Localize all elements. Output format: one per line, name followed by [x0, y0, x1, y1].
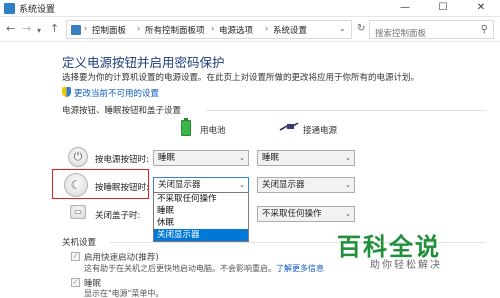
breadcrumb-item[interactable]: 电源选项	[219, 24, 253, 36]
sleep-button-label: 按睡眠按钮时:	[95, 183, 149, 193]
fast-startup-label: 启用快速启动(推荐)	[84, 253, 159, 263]
sleep-button-options-list[interactable]: 不采取任何操作 睡眠 休眠 关闭显示器	[153, 192, 249, 242]
lid-label: 关闭盖子时:	[95, 211, 141, 221]
search-box[interactable]: ⚲	[369, 20, 494, 43]
sleep-option-description: 显示在"电源"菜单中。	[84, 289, 164, 298]
power-button-label: 按电源按钮时:	[95, 155, 149, 165]
breadcrumb-item[interactable]: 所有控制面板项	[145, 24, 205, 36]
power-button-icon: ⏻	[68, 147, 88, 167]
sleep-checkbox[interactable]: ✓	[71, 278, 80, 287]
page-title: 定义电源按钮并启用密码保护	[62, 55, 225, 70]
forward-arrow-icon[interactable]: →	[22, 23, 31, 35]
chevron-down-icon: ⌄	[345, 210, 351, 218]
page-subtitle: 选择要为你的计算机设置的电源设置。在此页上对设置所做的更改将应用于你所有的电源计…	[62, 73, 420, 83]
search-input[interactable]	[370, 25, 470, 43]
change-settings-label[interactable]: 更改当前不可用的设置	[74, 89, 159, 99]
dropdown-option[interactable]: 睡眠	[154, 205, 248, 217]
battery-icon	[181, 118, 191, 136]
plug-icon	[279, 122, 299, 131]
back-arrow-icon[interactable]: ←	[6, 23, 15, 35]
minimize-button[interactable]: —	[386, 0, 424, 17]
lid-plugged-select[interactable]: 不采取任何操作 ⌄	[257, 206, 355, 222]
plugged-column-label: 接通电源	[303, 126, 338, 136]
chevron-down-icon: ⌄	[345, 181, 351, 189]
lid-icon: ▭	[70, 205, 86, 219]
uac-shield-icon	[62, 87, 71, 97]
fast-startup-checkbox[interactable]: ✓	[71, 252, 80, 261]
sleep-button-plugged-select[interactable]: 关闭显示器 ⌄	[257, 177, 355, 193]
control-panel-icon	[4, 3, 15, 14]
title-bar: 系统设置 — ☐ ✕	[0, 0, 500, 17]
power-button-plugged-select[interactable]: 睡眠 ⌄	[257, 150, 355, 166]
breadcrumb-item[interactable]: 系统设置	[273, 24, 307, 36]
breadcrumb[interactable]: › 控制面板 › 所有控制面板项 › 电源选项 › 系统设置 ⌄	[66, 20, 352, 39]
shutdown-section-header: 关机设置	[62, 238, 97, 248]
address-bar: ← → ▾ ↑ › 控制面板 › 所有控制面板项 › 电源选项 › 系统设置 ⌄…	[0, 17, 500, 43]
dropdown-option[interactable]: 不采取任何操作	[154, 193, 248, 205]
sleep-button-icon: ☾	[64, 173, 88, 197]
sleep-button-battery-select[interactable]: 关闭显示器 ⌄	[153, 177, 249, 193]
chevron-down-icon: ⌄	[239, 154, 245, 162]
chevron-down-icon: ⌄	[239, 181, 245, 189]
control-panel-icon	[71, 25, 81, 35]
dropdown-option-selected[interactable]: 关闭显示器	[154, 229, 248, 241]
search-icon: ⚲	[480, 24, 488, 35]
power-section-header: 电源按钮、睡眠按钮和盖子设置	[62, 106, 182, 116]
power-button-battery-select[interactable]: 睡眠 ⌄	[153, 150, 249, 166]
watermark-tagline: 助你轻松解决	[370, 260, 442, 271]
close-button[interactable]: ✕	[462, 0, 500, 17]
chevron-down-icon: ⌄	[345, 154, 351, 162]
window-title: 系统设置	[19, 5, 56, 15]
refresh-icon[interactable]: ↻	[357, 23, 365, 34]
maximize-button[interactable]: ☐	[424, 0, 462, 17]
learn-more-link[interactable]: 了解更多信息	[276, 264, 324, 273]
breadcrumb-dropdown-icon[interactable]: ⌄	[339, 24, 346, 33]
section-divider	[206, 110, 486, 111]
change-settings-link[interactable]: 更改当前不可用的设置	[62, 87, 159, 99]
fast-startup-description: 这有助于在关机之后更快地启动电脑。不会影响重启。了解更多信息	[84, 264, 324, 273]
recent-locations-icon[interactable]: ▾	[37, 25, 41, 37]
breadcrumb-item[interactable]: 控制面板	[92, 24, 126, 36]
up-arrow-icon[interactable]: ↑	[50, 23, 59, 35]
battery-column-label: 用电池	[200, 126, 226, 136]
dropdown-option[interactable]: 休眠	[154, 217, 248, 229]
